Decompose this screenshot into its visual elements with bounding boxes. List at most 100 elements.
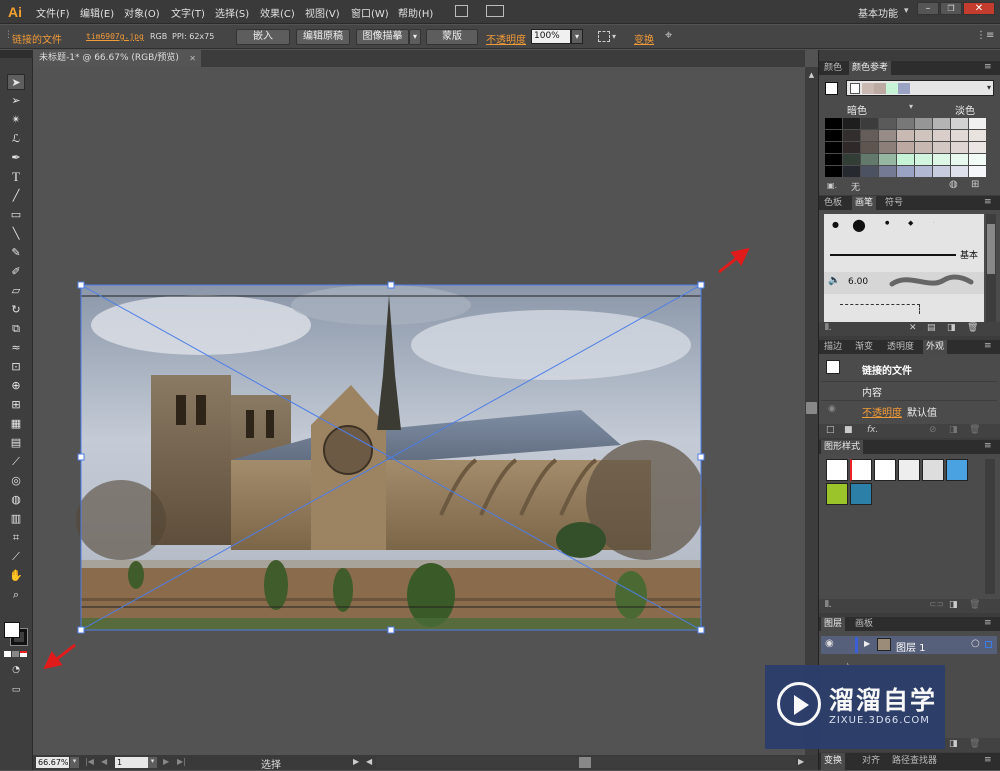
fill-swatch[interactable] [4, 622, 20, 638]
new-brush-icon[interactable]: ◨ [947, 323, 956, 333]
direct-selection-icon[interactable]: ➢ [7, 93, 25, 109]
chevron-down-icon[interactable]: ▾ [909, 102, 913, 111]
tab-graphic-styles[interactable]: 图形样式 [821, 440, 864, 454]
zoom-icon[interactable]: ⌕ [7, 587, 25, 603]
menu-window[interactable]: 窗口(W) [351, 5, 389, 20]
color-guide-swatch[interactable] [969, 130, 986, 141]
tab-stroke[interactable]: 描边 [821, 340, 845, 354]
color-guide-swatch[interactable] [915, 142, 932, 153]
color-guide-swatch[interactable] [879, 154, 896, 165]
color-guide-swatch[interactable] [861, 166, 878, 177]
status-mode-arrow-icon[interactable]: ▶ [353, 757, 359, 766]
color-guide-swatch[interactable] [843, 142, 860, 153]
color-guide-swatch[interactable] [897, 166, 914, 177]
color-guide-swatch[interactable] [897, 154, 914, 165]
appearance-opacity-link[interactable]: 不透明度 [862, 404, 902, 419]
color-guide-swatch[interactable] [897, 142, 914, 153]
color-guide-swatch[interactable] [825, 130, 842, 141]
color-guide-swatch[interactable] [897, 118, 914, 129]
color-guide-swatch[interactable] [879, 166, 896, 177]
new-graphic-style-icon[interactable]: ◨ [949, 600, 958, 610]
none-mode-icon[interactable] [20, 651, 27, 657]
bridge-icon[interactable] [455, 5, 468, 17]
graphic-styles-grid[interactable] [824, 459, 976, 594]
graphic-style-green[interactable] [826, 483, 848, 505]
panel-menu-icon[interactable]: ≡ [984, 618, 992, 628]
delete-item-icon[interactable]: 🗑 [969, 425, 980, 435]
screen-mode-icon[interactable]: ▭ [7, 682, 25, 698]
gradient-mode-icon[interactable] [12, 651, 19, 657]
color-guide-swatch[interactable] [897, 130, 914, 141]
symbol-sprayer-icon[interactable]: ◍ [7, 492, 25, 508]
brushes-scrollbar[interactable] [986, 214, 996, 322]
selection-tool-icon[interactable]: ➤ [7, 74, 25, 90]
free-transform-icon[interactable]: ⊡ [7, 359, 25, 375]
brushes-scroll-thumb[interactable] [987, 224, 995, 274]
rectangle-icon[interactable]: ▭ [7, 207, 25, 223]
blend-icon[interactable]: ◎ [7, 473, 25, 489]
image-trace-button[interactable]: 图像描摹 [356, 29, 409, 45]
status-mode[interactable]: 选择 [261, 756, 281, 771]
limit-color-icon[interactable]: ◍ [949, 179, 958, 190]
opacity-input[interactable]: 100% [531, 29, 571, 44]
brush-dot-large[interactable]: ● [852, 215, 866, 234]
graphic-style-none[interactable] [850, 459, 872, 481]
delete-brush-icon[interactable]: 🗑 [967, 323, 978, 333]
color-guide-swatch[interactable] [951, 142, 968, 153]
gradient-icon[interactable]: ▤ [7, 435, 25, 451]
tab-symbols[interactable]: 符号 [882, 196, 906, 210]
line-icon[interactable]: ╱ [7, 188, 25, 204]
artboard-canvas[interactable] [33, 67, 805, 755]
add-effect-icon[interactable]: fx. [867, 425, 878, 435]
tab-layers[interactable]: 图层 [821, 617, 846, 631]
tab-appearance[interactable]: 外观 [923, 340, 948, 354]
pencil-icon[interactable]: ✎ [7, 245, 25, 261]
artboard-number-field[interactable]: 1 [115, 757, 148, 768]
harmony-rules-bar[interactable]: ▾ [846, 80, 994, 96]
brush-options-icon[interactable]: ▤ [927, 323, 936, 333]
color-guide-swatch[interactable] [825, 142, 842, 153]
linked-filename[interactable]: tim6907g.jpg [86, 32, 144, 41]
first-artboard-icon[interactable]: |◀ [85, 757, 94, 766]
color-guide-swatch[interactable] [861, 130, 878, 141]
color-guide-swatch[interactable] [951, 154, 968, 165]
color-guide-swatch[interactable] [879, 118, 896, 129]
chevron-down-icon[interactable]: ▾ [904, 6, 909, 16]
graphic-style-teal[interactable] [850, 483, 872, 505]
color-guide-swatch[interactable] [843, 130, 860, 141]
panel-menu-icon[interactable]: ≡ [984, 197, 992, 207]
visibility-eye-icon[interactable]: ◉ [828, 404, 836, 414]
color-guide-swatch[interactable] [969, 166, 986, 177]
menu-file[interactable]: 文件(F) [36, 5, 70, 20]
color-guide-swatch[interactable] [969, 154, 986, 165]
graphic-style-library-icon[interactable]: ⫴. [825, 600, 832, 610]
shape-builder-icon[interactable]: ⊕ [7, 378, 25, 394]
delete-layer-icon[interactable]: 🗑 [969, 739, 980, 749]
tab-color-guide[interactable]: 颜色参考 [849, 61, 892, 75]
color-guide-swatch[interactable] [861, 154, 878, 165]
color-guide-swatch[interactable] [843, 118, 860, 129]
color-guide-swatch[interactable] [951, 130, 968, 141]
tab-color[interactable]: 颜色 [821, 61, 845, 75]
horizontal-scrollbar[interactable] [376, 757, 796, 768]
color-mode-icon[interactable] [4, 651, 11, 657]
color-guide-swatch[interactable] [861, 142, 878, 153]
layer-visibility-icon[interactable]: ◉ [825, 638, 834, 649]
tab-artboards[interactable]: 画板 [852, 617, 876, 631]
mask-button[interactable]: 蒙版 [426, 29, 478, 45]
panel-menu-icon[interactable]: ⋮≡ [976, 30, 994, 41]
slice-icon[interactable]: ⟋ [7, 549, 25, 565]
remove-brush-stroke-icon[interactable]: ✕ [909, 323, 917, 333]
menu-type[interactable]: 文字(T) [171, 5, 205, 20]
color-guide-swatch[interactable] [879, 130, 896, 141]
color-guide-swatch[interactable] [843, 154, 860, 165]
brush-pattern-stroke[interactable] [840, 304, 920, 314]
graphic-styles-scrollbar[interactable] [985, 459, 995, 594]
zoom-dropdown[interactable]: ▾ [70, 757, 79, 768]
hand-icon[interactable]: ✋ [7, 568, 25, 584]
save-color-group-icon[interactable]: ⊞ [971, 179, 979, 190]
eyedropper-icon[interactable]: ⟋ [7, 454, 25, 470]
color-guide-swatch[interactable] [951, 118, 968, 129]
graphic-style-default[interactable] [826, 459, 848, 481]
menu-object[interactable]: 对象(O) [124, 5, 160, 20]
